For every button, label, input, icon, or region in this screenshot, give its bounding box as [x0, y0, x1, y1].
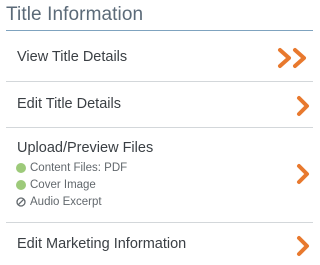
edit-title-details-item[interactable]: Edit Title Details	[6, 83, 313, 126]
green-dot-icon	[16, 179, 26, 190]
file-status-label: Content Files: PDF	[30, 161, 128, 174]
title-information-panel: Title Information View Title Details Edi…	[0, 0, 318, 265]
green-dot-icon	[16, 162, 26, 173]
section-title-rule	[6, 30, 313, 31]
file-status-label: Cover Image	[30, 178, 96, 191]
file-status-label: Audio Excerpt	[30, 195, 102, 208]
double-chevron-right-icon	[278, 48, 306, 68]
file-status-audio-excerpt: Audio Excerpt	[16, 193, 127, 210]
chevron-right-icon	[297, 164, 309, 184]
view-title-details-label: View Title Details	[17, 49, 128, 65]
edit-marketing-information-item[interactable]: Edit Marketing Information	[6, 224, 313, 265]
edit-title-details-label: Edit Title Details	[17, 96, 121, 112]
chevron-right-icon	[297, 236, 309, 256]
edit-marketing-information-label: Edit Marketing Information	[17, 236, 187, 252]
upload-preview-files-item[interactable]: Upload/Preview Files Content Files: PDF …	[6, 129, 313, 221]
item-divider	[6, 222, 313, 223]
item-divider	[6, 81, 313, 82]
no-entry-icon	[16, 196, 26, 207]
section-title: Title Information	[6, 4, 144, 25]
file-status-list: Content Files: PDF Cover Image Audio Exc…	[16, 159, 127, 210]
upload-preview-files-label: Upload/Preview Files	[17, 140, 154, 156]
chevron-right-icon	[297, 96, 309, 116]
file-status-content-files: Content Files: PDF	[16, 159, 127, 176]
view-title-details-item[interactable]: View Title Details	[6, 37, 313, 79]
item-divider	[6, 127, 313, 128]
file-status-cover-image: Cover Image	[16, 176, 127, 193]
